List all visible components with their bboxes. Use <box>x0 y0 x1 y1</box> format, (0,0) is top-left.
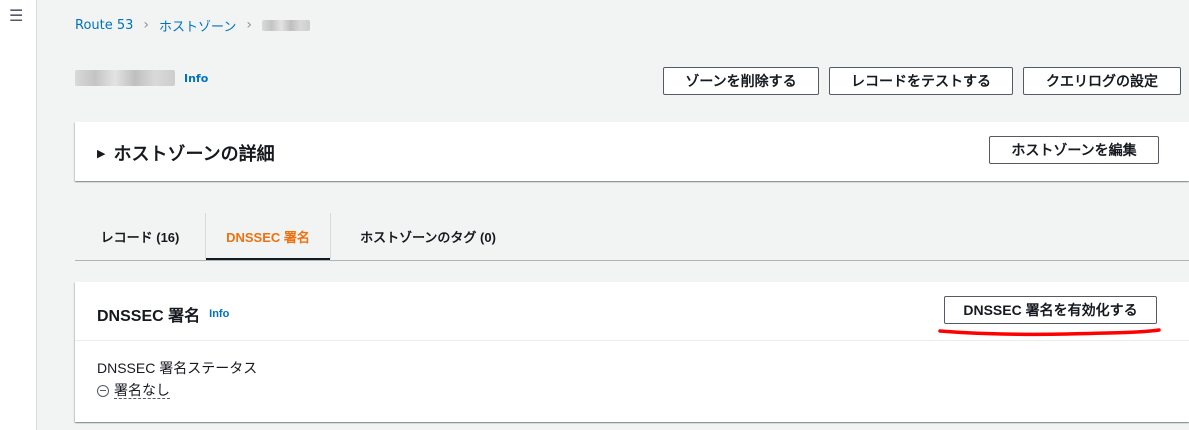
tab-records[interactable]: レコード (16) <box>75 213 205 259</box>
side-navigation-rail: ☰ <box>0 0 37 430</box>
chevron-right-icon: › <box>143 17 150 33</box>
red-underline-annotation <box>938 328 1161 337</box>
page-title-row: Info <box>75 70 208 86</box>
hosted-zone-details-toggle[interactable]: ▶ ホストゾーンの詳細 <box>97 140 275 166</box>
dnssec-info-link[interactable]: Info <box>209 308 229 320</box>
tab-dnssec-signing[interactable]: DNSSEC 署名 <box>206 213 330 260</box>
test-record-button[interactable]: レコードをテストする <box>829 67 1013 95</box>
dnssec-panel-title: DNSSEC 署名 <box>97 308 201 325</box>
dnssec-status-value: 署名なし <box>97 382 170 399</box>
query-log-settings-button[interactable]: クエリログの設定 <box>1023 67 1181 95</box>
dnssec-status-text[interactable]: 署名なし <box>114 382 170 399</box>
breadcrumb-hosted-zones[interactable]: ホストゾーン <box>159 16 236 35</box>
breadcrumb: Route 53 › ホストゾーン › <box>75 15 310 35</box>
minus-circle-icon <box>97 384 109 397</box>
edit-hosted-zone-button[interactable]: ホストゾーンを編集 <box>989 136 1159 164</box>
main-content: Route 53 › ホストゾーン › Info ゾーンを削除する レコードをテ… <box>37 0 1189 430</box>
dnssec-signing-panel: DNSSEC 署名 Info DNSSEC 署名を有効化する DNSSEC 署名… <box>75 282 1189 422</box>
hosted-zone-details-title: ホストゾーンの詳細 <box>113 144 275 164</box>
dnssec-panel-title-row: DNSSEC 署名 Info <box>97 302 229 326</box>
enable-dnssec-signing-button[interactable]: DNSSEC 署名を有効化する <box>944 296 1157 324</box>
tab-hosted-zone-tags[interactable]: ホストゾーンのタグ (0) <box>331 213 525 259</box>
caret-right-icon: ▶ <box>97 147 106 160</box>
dnssec-panel-header: DNSSEC 署名 Info DNSSEC 署名を有効化する <box>75 282 1189 341</box>
tab-bar: レコード (16) DNSSEC 署名 ホストゾーンのタグ (0) <box>75 213 1189 261</box>
active-tab-indicator <box>206 258 330 260</box>
chevron-right-icon: › <box>246 17 252 33</box>
page-info-link[interactable]: Info <box>184 72 208 85</box>
tab-dnssec-signing-label: DNSSEC 署名 <box>226 229 310 245</box>
breadcrumb-route53[interactable]: Route 53 <box>75 18 133 33</box>
menu-icon[interactable]: ☰ <box>9 8 23 24</box>
hosted-zone-details-panel: ▶ ホストゾーンの詳細 ホストゾーンを編集 <box>75 122 1189 181</box>
delete-zone-button[interactable]: ゾーンを削除する <box>663 67 819 95</box>
page-title-redacted <box>75 70 175 86</box>
breadcrumb-current-zone-redacted <box>262 19 310 31</box>
dnssec-status-label: DNSSEC 署名ステータス <box>97 360 258 376</box>
